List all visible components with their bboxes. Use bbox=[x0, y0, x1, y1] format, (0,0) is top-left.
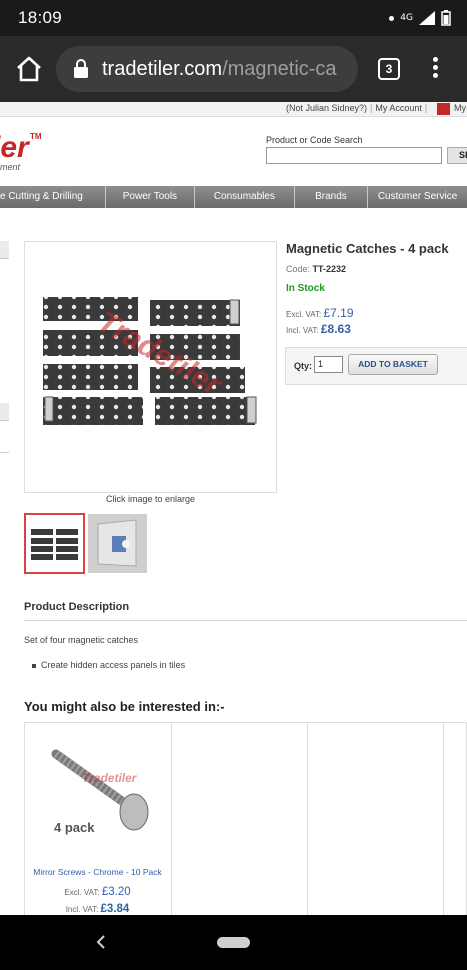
pack-caption: 4 pack bbox=[54, 820, 95, 835]
description-bullet: Create hidden access panels in tiles bbox=[32, 660, 185, 670]
product-title: Magnetic Catches - 4 pack bbox=[286, 241, 449, 256]
mirror-screw-image: Tradetiler 4 pack bbox=[51, 749, 149, 835]
tab-switcher-button[interactable]: 3 bbox=[378, 58, 400, 80]
thumbnail-plates-image bbox=[31, 529, 78, 560]
price-excl-vat: Excl. VAT: £7.19 bbox=[286, 306, 354, 320]
lock-icon bbox=[74, 59, 88, 78]
description-text: Set of four magnetic catches bbox=[24, 635, 139, 645]
thumbnail-plates[interactable] bbox=[24, 513, 85, 574]
related-product-slot bbox=[308, 723, 444, 915]
thumbnail-panel-image bbox=[88, 514, 147, 573]
description-title: Product Description bbox=[24, 601, 130, 613]
product-code: Code: TT-2232 bbox=[286, 264, 347, 274]
sidebar-divider bbox=[0, 452, 9, 453]
basket-icon[interactable] bbox=[437, 103, 450, 115]
address-bar[interactable]: tradetiler.com/magnetic-ca bbox=[56, 46, 358, 92]
sidebar-panel bbox=[0, 403, 9, 421]
status-icons: 4G bbox=[389, 10, 451, 26]
back-icon[interactable] bbox=[95, 935, 107, 949]
related-price-excl: Excl. VAT: £3.20 bbox=[64, 886, 131, 898]
nav-item-brands[interactable]: Brands bbox=[295, 186, 369, 208]
related-title: You might also be interested in:- bbox=[24, 699, 225, 714]
thumbnail-panel[interactable] bbox=[88, 514, 147, 573]
status-bar: 18:09 4G bbox=[0, 0, 467, 36]
watermark-text-small: Tradetiler bbox=[82, 771, 138, 785]
logo-trademark: TM bbox=[30, 132, 42, 141]
status-time: 18:09 bbox=[18, 8, 63, 27]
network-type: 4G bbox=[400, 13, 413, 23]
quantity-input[interactable]: 1 bbox=[314, 356, 343, 373]
description-divider bbox=[24, 620, 467, 621]
nav-item-customer-service[interactable]: Customer Service bbox=[368, 186, 467, 208]
search-label: Product or Code Search bbox=[266, 135, 363, 145]
main-nav: e Cutting & Drilling Power Tools Consuma… bbox=[0, 186, 467, 208]
logo-text: ler bbox=[0, 131, 31, 162]
home-icon[interactable] bbox=[14, 54, 44, 84]
nav-item-cutting-drilling[interactable]: e Cutting & Drilling bbox=[0, 186, 106, 208]
nav-item-consumables[interactable]: Consumables bbox=[195, 186, 295, 208]
battery-icon bbox=[441, 10, 451, 26]
related-price-incl: Incl. VAT: £3.84 bbox=[65, 903, 130, 915]
enlarge-hint: Click image to enlarge bbox=[105, 494, 196, 504]
nav-item-power-tools[interactable]: Power Tools bbox=[106, 186, 195, 208]
account-links: (Not Julian Sidney?) | My Account | bbox=[286, 103, 428, 113]
url-text: tradetiler.com/magnetic-ca bbox=[102, 58, 337, 80]
search-input[interactable] bbox=[266, 147, 442, 164]
related-product-name[interactable]: Mirror Screws - Chrome - 10 Pack bbox=[24, 867, 171, 877]
stock-status: In Stock bbox=[286, 283, 325, 294]
overflow-menu-icon[interactable] bbox=[428, 57, 442, 83]
related-product-slot bbox=[172, 723, 308, 915]
my-account-link[interactable]: My Account bbox=[375, 103, 422, 113]
web-page: (Not Julian Sidney?)|My Account| My ler … bbox=[0, 102, 467, 915]
my-basket-link[interactable]: My bbox=[454, 103, 466, 113]
browser-toolbar: tradetiler.com/magnetic-ca 3 bbox=[0, 36, 467, 102]
price-incl-vat: Incl. VAT: £8.63 bbox=[286, 322, 351, 336]
signal-icon bbox=[419, 11, 435, 25]
search-button[interactable]: SE bbox=[447, 147, 467, 164]
logo-tagline: ment bbox=[0, 162, 21, 172]
system-navigation-bar bbox=[0, 915, 467, 970]
product-main-image[interactable]: Tradetiler bbox=[24, 241, 277, 493]
not-user-link[interactable]: (Not Julian Sidney?) bbox=[286, 103, 367, 113]
notification-dot-icon bbox=[389, 15, 395, 21]
magnetic-plates-image: Tradetiler bbox=[43, 297, 257, 425]
home-pill-button[interactable] bbox=[217, 937, 250, 948]
sidebar-panel bbox=[0, 241, 9, 259]
add-to-basket-button[interactable]: ADD TO BASKET bbox=[348, 354, 438, 375]
qty-label: Qty: bbox=[294, 361, 312, 371]
